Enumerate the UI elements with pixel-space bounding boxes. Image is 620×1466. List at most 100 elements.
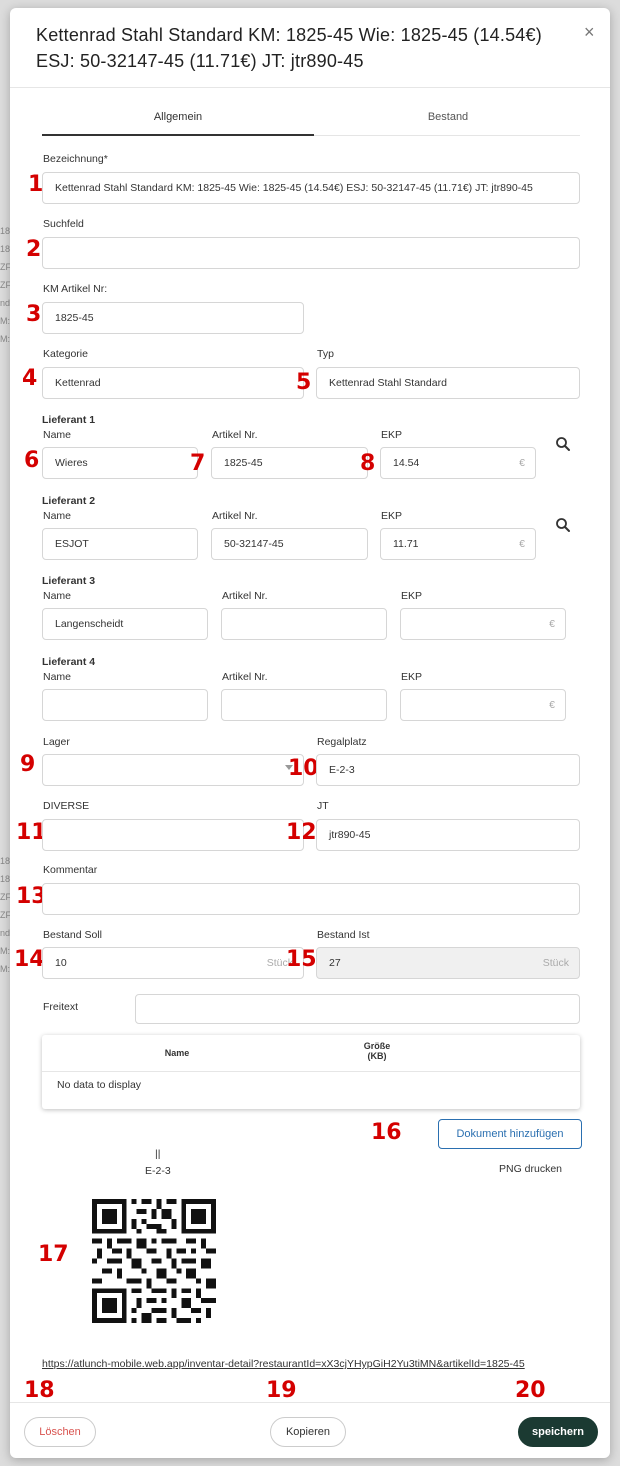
lieferant-3-heading: Lieferant 3 <box>42 575 96 587</box>
column-header-size[interactable]: Größe (KB) <box>342 1041 412 1061</box>
typ-label: Typ <box>317 348 334 360</box>
lieferant-1-artikel-label: Artikel Nr. <box>212 429 258 441</box>
lieferant-3-artikel-label: Artikel Nr. <box>222 590 268 602</box>
kategorie-value: Kettenrad <box>55 377 101 389</box>
lieferant-1-ekp-input[interactable]: 14.54 € <box>380 447 536 479</box>
bezeichnung-input[interactable]: Kettenrad Stahl Standard KM: 1825-45 Wie… <box>42 172 580 204</box>
annotation-10: 10 <box>288 756 319 781</box>
article-modal: Kettenrad Stahl Standard KM: 1825-45 Wie… <box>10 8 610 1458</box>
regalplatz-input[interactable]: E-2-3 <box>316 754 580 786</box>
regalplatz-label: Regalplatz <box>317 736 367 748</box>
lieferant-2-heading: Lieferant 2 <box>42 495 96 507</box>
add-document-button[interactable]: Dokument hinzufügen <box>438 1119 582 1149</box>
km-artikel-nr-input[interactable]: 1825-45 <box>42 302 304 334</box>
tab-allgemein[interactable]: Allgemein <box>42 108 314 136</box>
tab-bestand[interactable]: Bestand <box>312 108 584 136</box>
bestand-soll-input[interactable]: 10 Stück <box>42 947 304 979</box>
typ-input[interactable]: Kettenrad Stahl Standard <box>316 367 580 399</box>
annotation-4: 4 <box>22 366 38 391</box>
empty-table-text: No data to display <box>57 1079 142 1091</box>
annotation-12: 12 <box>286 820 317 845</box>
jt-label: JT <box>317 800 329 812</box>
annotation-8: 8 <box>360 451 376 476</box>
annotation-3: 3 <box>26 302 42 327</box>
lieferant-3-name-input[interactable]: Langenscheidt <box>42 608 208 640</box>
lieferant-4-ekp-input[interactable]: € <box>400 689 566 721</box>
search-icon[interactable] <box>555 517 571 533</box>
lager-label: Lager <box>43 736 70 748</box>
lieferant-3-ekp-label: EKP <box>401 590 423 602</box>
lieferant-1-ekp-label: EKP <box>381 429 403 441</box>
lieferant-1-name-input[interactable]: Wieres <box>42 447 198 479</box>
diverse-input[interactable] <box>42 819 304 851</box>
bestand-ist-value: 27 <box>329 957 341 969</box>
delete-button[interactable]: Löschen <box>24 1417 96 1447</box>
copy-button[interactable]: Kopieren <box>270 1417 346 1447</box>
lieferant-2-ekp-label: EKP <box>381 510 403 522</box>
lieferant-4-heading: Lieferant 4 <box>42 656 96 668</box>
km-artikel-nr-label: KM Artikel Nr: <box>43 283 108 295</box>
lieferant-2-ekp-input[interactable]: 11.71 € <box>380 528 536 560</box>
annotation-15: 15 <box>286 947 317 972</box>
column-header-size-unit: (KB) <box>367 1051 387 1061</box>
lieferant-3-artikel-input[interactable] <box>221 608 387 640</box>
euro-suffix: € <box>519 457 525 469</box>
lieferant-1-artikel-input[interactable]: 1825-45 <box>211 447 368 479</box>
euro-suffix: € <box>549 699 555 711</box>
euro-suffix: € <box>549 618 555 630</box>
lieferant-2-ekp-value: 11.71 <box>393 538 419 550</box>
lieferant-4-name-input[interactable] <box>42 689 208 721</box>
annotation-17: 17 <box>38 1242 69 1267</box>
png-print-button[interactable]: PNG drucken <box>499 1163 562 1175</box>
euro-suffix: € <box>519 538 525 550</box>
km-artikel-nr-value: 1825-45 <box>55 312 94 324</box>
annotation-6: 6 <box>24 448 40 473</box>
lieferant-1-ekp-value: 14.54 <box>393 457 420 469</box>
jt-value: jtr890-45 <box>329 829 371 841</box>
annotation-18: 18 <box>24 1378 55 1403</box>
kategorie-input[interactable]: Kettenrad <box>42 367 304 399</box>
lieferant-2-name-value: ESJOT <box>55 538 89 550</box>
lieferant-1-heading: Lieferant 1 <box>42 414 96 426</box>
annotation-14: 14 <box>14 947 45 972</box>
column-header-name[interactable]: Name <box>142 1048 212 1058</box>
lieferant-4-artikel-input[interactable] <box>221 689 387 721</box>
lager-select[interactable] <box>42 754 304 786</box>
annotation-5: 5 <box>296 370 312 395</box>
lieferant-2-artikel-input[interactable]: 50-32147-45 <box>211 528 368 560</box>
qr-top-mark: || <box>155 1148 161 1160</box>
lieferant-1-name-label: Name <box>43 429 72 441</box>
kommentar-input[interactable] <box>42 883 580 915</box>
lieferant-1-artikel-value: 1825-45 <box>224 457 263 469</box>
lieferant-3-name-value: Langenscheidt <box>55 618 124 630</box>
annotation-9: 9 <box>20 752 36 777</box>
annotation-2: 2 <box>26 237 42 262</box>
bezeichnung-label: Bezeichnung* <box>43 153 108 165</box>
freitext-input[interactable] <box>135 994 580 1024</box>
lieferant-2-artikel-label: Artikel Nr. <box>212 510 258 522</box>
bezeichnung-value: Kettenrad Stahl Standard KM: 1825-45 Wie… <box>55 182 533 194</box>
close-icon[interactable]: × <box>584 22 595 43</box>
bestand-ist-label: Bestand Ist <box>317 929 370 941</box>
diverse-label: DIVERSE <box>43 800 90 812</box>
regalplatz-value: E-2-3 <box>329 764 355 776</box>
suchfeld-input[interactable] <box>42 237 580 269</box>
lieferant-2-name-input[interactable]: ESJOT <box>42 528 198 560</box>
qr-code-image <box>92 1199 216 1323</box>
bestand-soll-value: 10 <box>55 957 67 969</box>
lieferant-2-name-label: Name <box>43 510 72 522</box>
unit-suffix: Stück <box>542 957 569 969</box>
lieferant-2-artikel-value: 50-32147-45 <box>224 538 284 550</box>
lieferant-4-artikel-label: Artikel Nr. <box>222 671 268 683</box>
inventar-detail-link[interactable]: https://atlunch-mobile.web.app/inventar-… <box>42 1358 525 1370</box>
jt-input[interactable]: jtr890-45 <box>316 819 580 851</box>
lieferant-4-ekp-label: EKP <box>401 671 423 683</box>
tab-bar: Allgemein Bestand <box>42 108 580 136</box>
annotation-16-label: 16 <box>371 1120 402 1145</box>
bestand-ist-input: 27 Stück <box>316 947 580 979</box>
search-icon[interactable] <box>555 436 571 452</box>
save-button[interactable]: speichern <box>518 1417 598 1447</box>
kommentar-label: Kommentar <box>43 864 98 876</box>
annotation-19: 19 <box>266 1378 297 1403</box>
lieferant-3-ekp-input[interactable]: € <box>400 608 566 640</box>
